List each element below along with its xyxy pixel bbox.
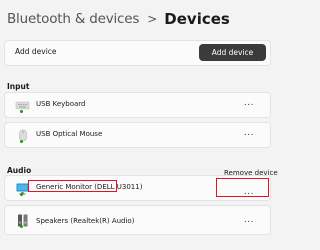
- status-connected-dot: [20, 225, 23, 228]
- device-row-keyboard[interactable]: USB Keyboard ...: [4, 92, 271, 118]
- add-device-card: Add device Add device: [4, 40, 271, 66]
- section-label-input: Input: [7, 82, 30, 91]
- device-name: USB Keyboard: [36, 100, 86, 108]
- breadcrumb-parent-link[interactable]: Bluetooth & devices: [7, 11, 139, 27]
- add-device-button[interactable]: Add device: [199, 44, 266, 61]
- section-label-audio: Audio: [7, 166, 32, 175]
- device-name: Speakers (Realtek(R) Audio): [36, 217, 135, 225]
- status-connected-dot: [20, 193, 23, 196]
- keyboard-icon: [15, 98, 31, 113]
- highlight-box-device-name: [28, 180, 117, 192]
- breadcrumb-separator: >: [147, 12, 158, 26]
- highlight-box-more-button: [216, 178, 269, 197]
- more-options-button[interactable]: ...: [244, 98, 254, 108]
- device-name: USB Optical Mouse: [36, 130, 103, 138]
- mouse-icon: [15, 128, 31, 143]
- breadcrumb: Bluetooth & devices > Devices: [7, 10, 230, 28]
- status-connected-dot: [20, 110, 23, 113]
- remove-device-menu-item[interactable]: Remove device: [224, 169, 278, 177]
- device-row-speakers[interactable]: Speakers (Realtek(R) Audio) ...: [4, 205, 271, 235]
- more-options-button[interactable]: ...: [244, 128, 254, 138]
- device-row-mouse[interactable]: USB Optical Mouse ...: [4, 122, 271, 148]
- speaker-icon: [15, 213, 31, 228]
- more-options-button[interactable]: ...: [244, 215, 254, 225]
- page-title: Devices: [164, 10, 230, 28]
- status-connected-dot: [20, 140, 23, 143]
- add-device-label: Add device: [15, 47, 57, 56]
